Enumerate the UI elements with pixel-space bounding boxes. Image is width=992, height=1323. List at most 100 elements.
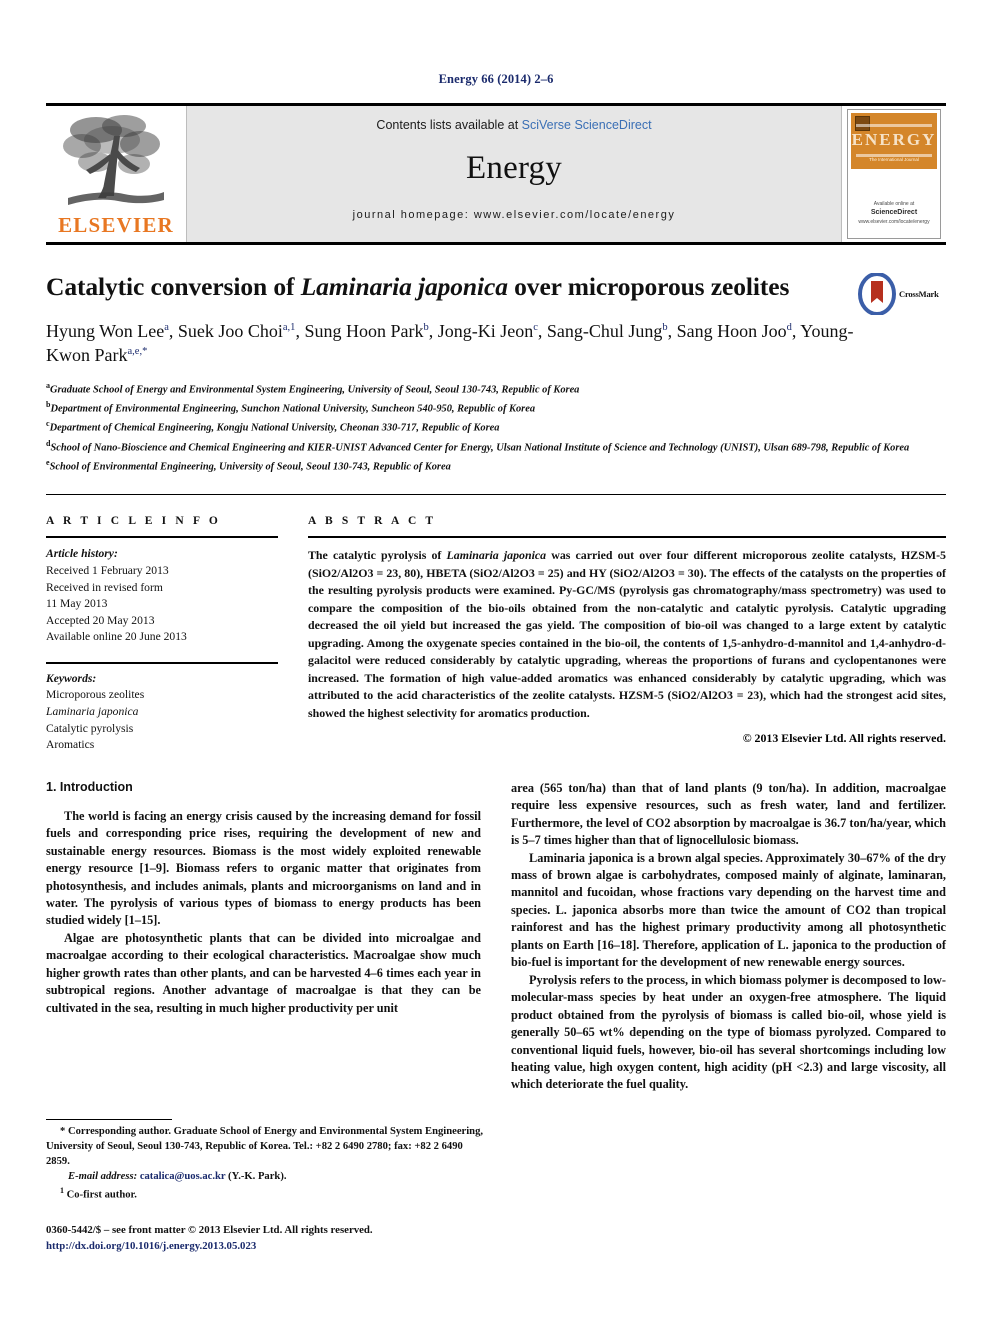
footnote-corresponding-author: * Corresponding author. Graduate School …: [46, 1126, 484, 1167]
author-affil-marker: c: [533, 322, 538, 334]
crossmark-icon: [858, 273, 896, 315]
crossmark-badge[interactable]: CrossMark: [858, 271, 946, 317]
abstract-species: Laminaria japonica: [446, 548, 547, 563]
paragraph: area (565 ton/ha) than that of land plan…: [511, 780, 946, 848]
imprint-line: 0360-5442/$ – see front matter © 2013 El…: [46, 1224, 373, 1236]
info-abstract-row: A R T I C L E I N F O Article history: R…: [46, 515, 946, 753]
abstract-text-b: was carried out over four different micr…: [308, 548, 946, 720]
author-list: Hyung Won Leea, Suek Joo Choia,1, Sung H…: [46, 319, 946, 368]
contents-available-line: Contents lists available at SciVerse Sci…: [376, 118, 651, 132]
sciencedirect-link[interactable]: SciVerse ScienceDirect: [522, 118, 652, 132]
title-species: Laminaria japonica: [300, 272, 508, 301]
footnote-block: * Corresponding author. Graduate School …: [46, 1119, 483, 1203]
footnote-marker: 1: [60, 1185, 64, 1195]
cover-divider-top: [856, 124, 932, 127]
section-heading-introduction: 1. Introduction: [46, 779, 133, 794]
article-info-heading: A R T I C L E I N F O: [46, 515, 221, 528]
abstract-copyright: © 2013 Elsevier Ltd. All rights reserved…: [742, 731, 946, 746]
masthead-center: Contents lists available at SciVerse Sci…: [186, 106, 842, 242]
article-history: Article history: Received 1 February 201…: [46, 546, 278, 645]
affiliation-text: Graduate School of Energy and Environmen…: [50, 384, 580, 396]
cover-footer-line2: ScienceDirect: [870, 209, 918, 216]
elsevier-logo: ELSEVIER: [46, 106, 186, 242]
affiliation-text: Department of Environmental Engineering,…: [50, 403, 536, 415]
affiliation-text: Department of Chemical Engineering, Kong…: [49, 422, 500, 434]
paragraph: Pyrolysis refers to the process, in whic…: [511, 972, 946, 1092]
email-address-link[interactable]: catalica@uos.ac.kr: [140, 1171, 226, 1182]
article-history-label: Article history:: [46, 547, 118, 561]
running-head: Energy 66 (2014) 2–6: [438, 72, 554, 86]
cover-card: ENERGY The International Journal Availab…: [847, 109, 941, 239]
journal-homepage[interactable]: journal homepage: www.elsevier.com/locat…: [353, 209, 676, 221]
author-name: Suek Joo Choi: [177, 321, 283, 342]
author-name: Jong-Ki Jeon: [437, 321, 534, 342]
article-info-rule: [46, 536, 278, 539]
keyword-item: Laminaria japonica: [46, 704, 139, 718]
author-item: Suek Joo Choia,1,: [177, 321, 300, 342]
abstract-column: A B S T R A C T The catalytic pyrolysis …: [308, 515, 946, 753]
affiliation-text: School of Environmental Engineering, Uni…: [49, 461, 451, 473]
author-item: Sang-Chul Jungb,: [546, 321, 673, 342]
history-item: Received in revised form: [46, 580, 163, 594]
title-block: Catalytic conversion of Laminaria japoni…: [46, 271, 946, 368]
cover-footer: Available online at ScienceDirect www.el…: [848, 201, 940, 227]
history-item: Accepted 20 May 2013: [46, 613, 155, 627]
keywords-label: Keywords:: [46, 671, 97, 685]
title-part-2: over microporous zeolites: [507, 272, 790, 301]
paragraph: Algae are photosynthetic plants that can…: [46, 930, 481, 1015]
keywords-block: Keywords: Microporous zeolites Laminaria…: [46, 661, 278, 754]
journal-masthead: ELSEVIER Contents lists available at Sci…: [46, 103, 946, 245]
author-item: Hyung Won Leea,: [46, 321, 174, 342]
cover-subtitle: The International Journal: [869, 157, 919, 162]
email-address-suffix: (Y.-K. Park).: [225, 1170, 287, 1182]
author-affil-marker: b: [423, 322, 429, 334]
author-affil-marker: a,1: [282, 322, 296, 334]
keyword-item: Aromatics: [46, 738, 95, 752]
author-name: Sang-Chul Jung: [546, 321, 663, 342]
history-item: Available online 20 June 2013: [46, 630, 187, 644]
article-info-column: A R T I C L E I N F O Article history: R…: [46, 515, 278, 753]
cover-footer-line3: www.elsevier.com/locate/energy: [858, 218, 930, 225]
affiliation-item: bDepartment of Environmental Engineering…: [46, 399, 946, 418]
email-address-label: E-mail address:: [68, 1170, 138, 1182]
author-item: Sang Hoon Jood,: [676, 321, 797, 342]
affiliation-list: aGraduate School of Energy and Environme…: [46, 380, 946, 477]
author-affil-marker: a: [164, 322, 169, 334]
cover-footer-line1: Available online at: [873, 200, 915, 207]
elsevier-tree-icon: [63, 115, 164, 205]
affiliation-item: aGraduate School of Energy and Environme…: [46, 380, 946, 399]
affiliation-item: dSchool of Nano-Bioscience and Chemical …: [46, 438, 946, 457]
section-divider: [46, 494, 946, 496]
keyword-item: Microporous zeolites: [46, 688, 145, 702]
crossmark-label: CrossMark: [899, 289, 939, 299]
author-affil-marker: d: [786, 322, 792, 334]
paragraph: The world is facing an energy crisis cau…: [46, 808, 481, 928]
journal-title: Energy: [466, 150, 562, 186]
body-columns: 1. Introduction The world is facing an e…: [46, 780, 946, 1094]
affiliation-item: eSchool of Environmental Engineering, Un…: [46, 457, 946, 476]
footnote-cofirst-text: Co-first author.: [66, 1189, 137, 1201]
cover-energy-title: ENERGY: [851, 130, 937, 149]
affiliation-item: cDepartment of Chemical Engineering, Kon…: [46, 418, 946, 437]
journal-cover-thumbnail: ENERGY The International Journal Availab…: [842, 106, 946, 242]
affiliation-text: School of Nano-Bioscience and Chemical E…: [50, 442, 910, 454]
doi-link[interactable]: http://dx.doi.org/10.1016/j.energy.2013.…: [46, 1239, 486, 1255]
history-item: 11 May 2013: [46, 597, 108, 611]
abstract-text-a: The catalytic pyrolysis of: [308, 548, 447, 563]
keyword-item: Catalytic pyrolysis: [46, 721, 134, 735]
elsevier-wordmark: ELSEVIER: [58, 213, 174, 237]
author-name: Sung Hoon Park: [304, 321, 424, 342]
abstract-heading: A B S T R A C T: [308, 515, 437, 528]
imprint-block: 0360-5442/$ – see front matter © 2013 El…: [46, 1223, 486, 1254]
footnote-cofirst-author: 1 Co-first author.: [46, 1185, 483, 1203]
body-column-left: 1. Introduction The world is facing an e…: [46, 780, 481, 1094]
footnote-rule: [46, 1119, 172, 1120]
keywords-body: Keywords: Microporous zeolites Laminaria…: [46, 671, 278, 754]
history-item: Received 1 February 2013: [46, 563, 169, 577]
author-affil-marker: b: [662, 322, 668, 334]
page-title: Catalytic conversion of Laminaria japoni…: [46, 271, 946, 302]
title-part-1: Catalytic conversion of: [46, 272, 301, 301]
keywords-rule: [46, 661, 278, 664]
author-item: Jong-Ki Jeonc,: [437, 321, 543, 342]
paper-page: Energy 66 (2014) 2–6 ELSEVIER Contents l…: [0, 0, 992, 1323]
